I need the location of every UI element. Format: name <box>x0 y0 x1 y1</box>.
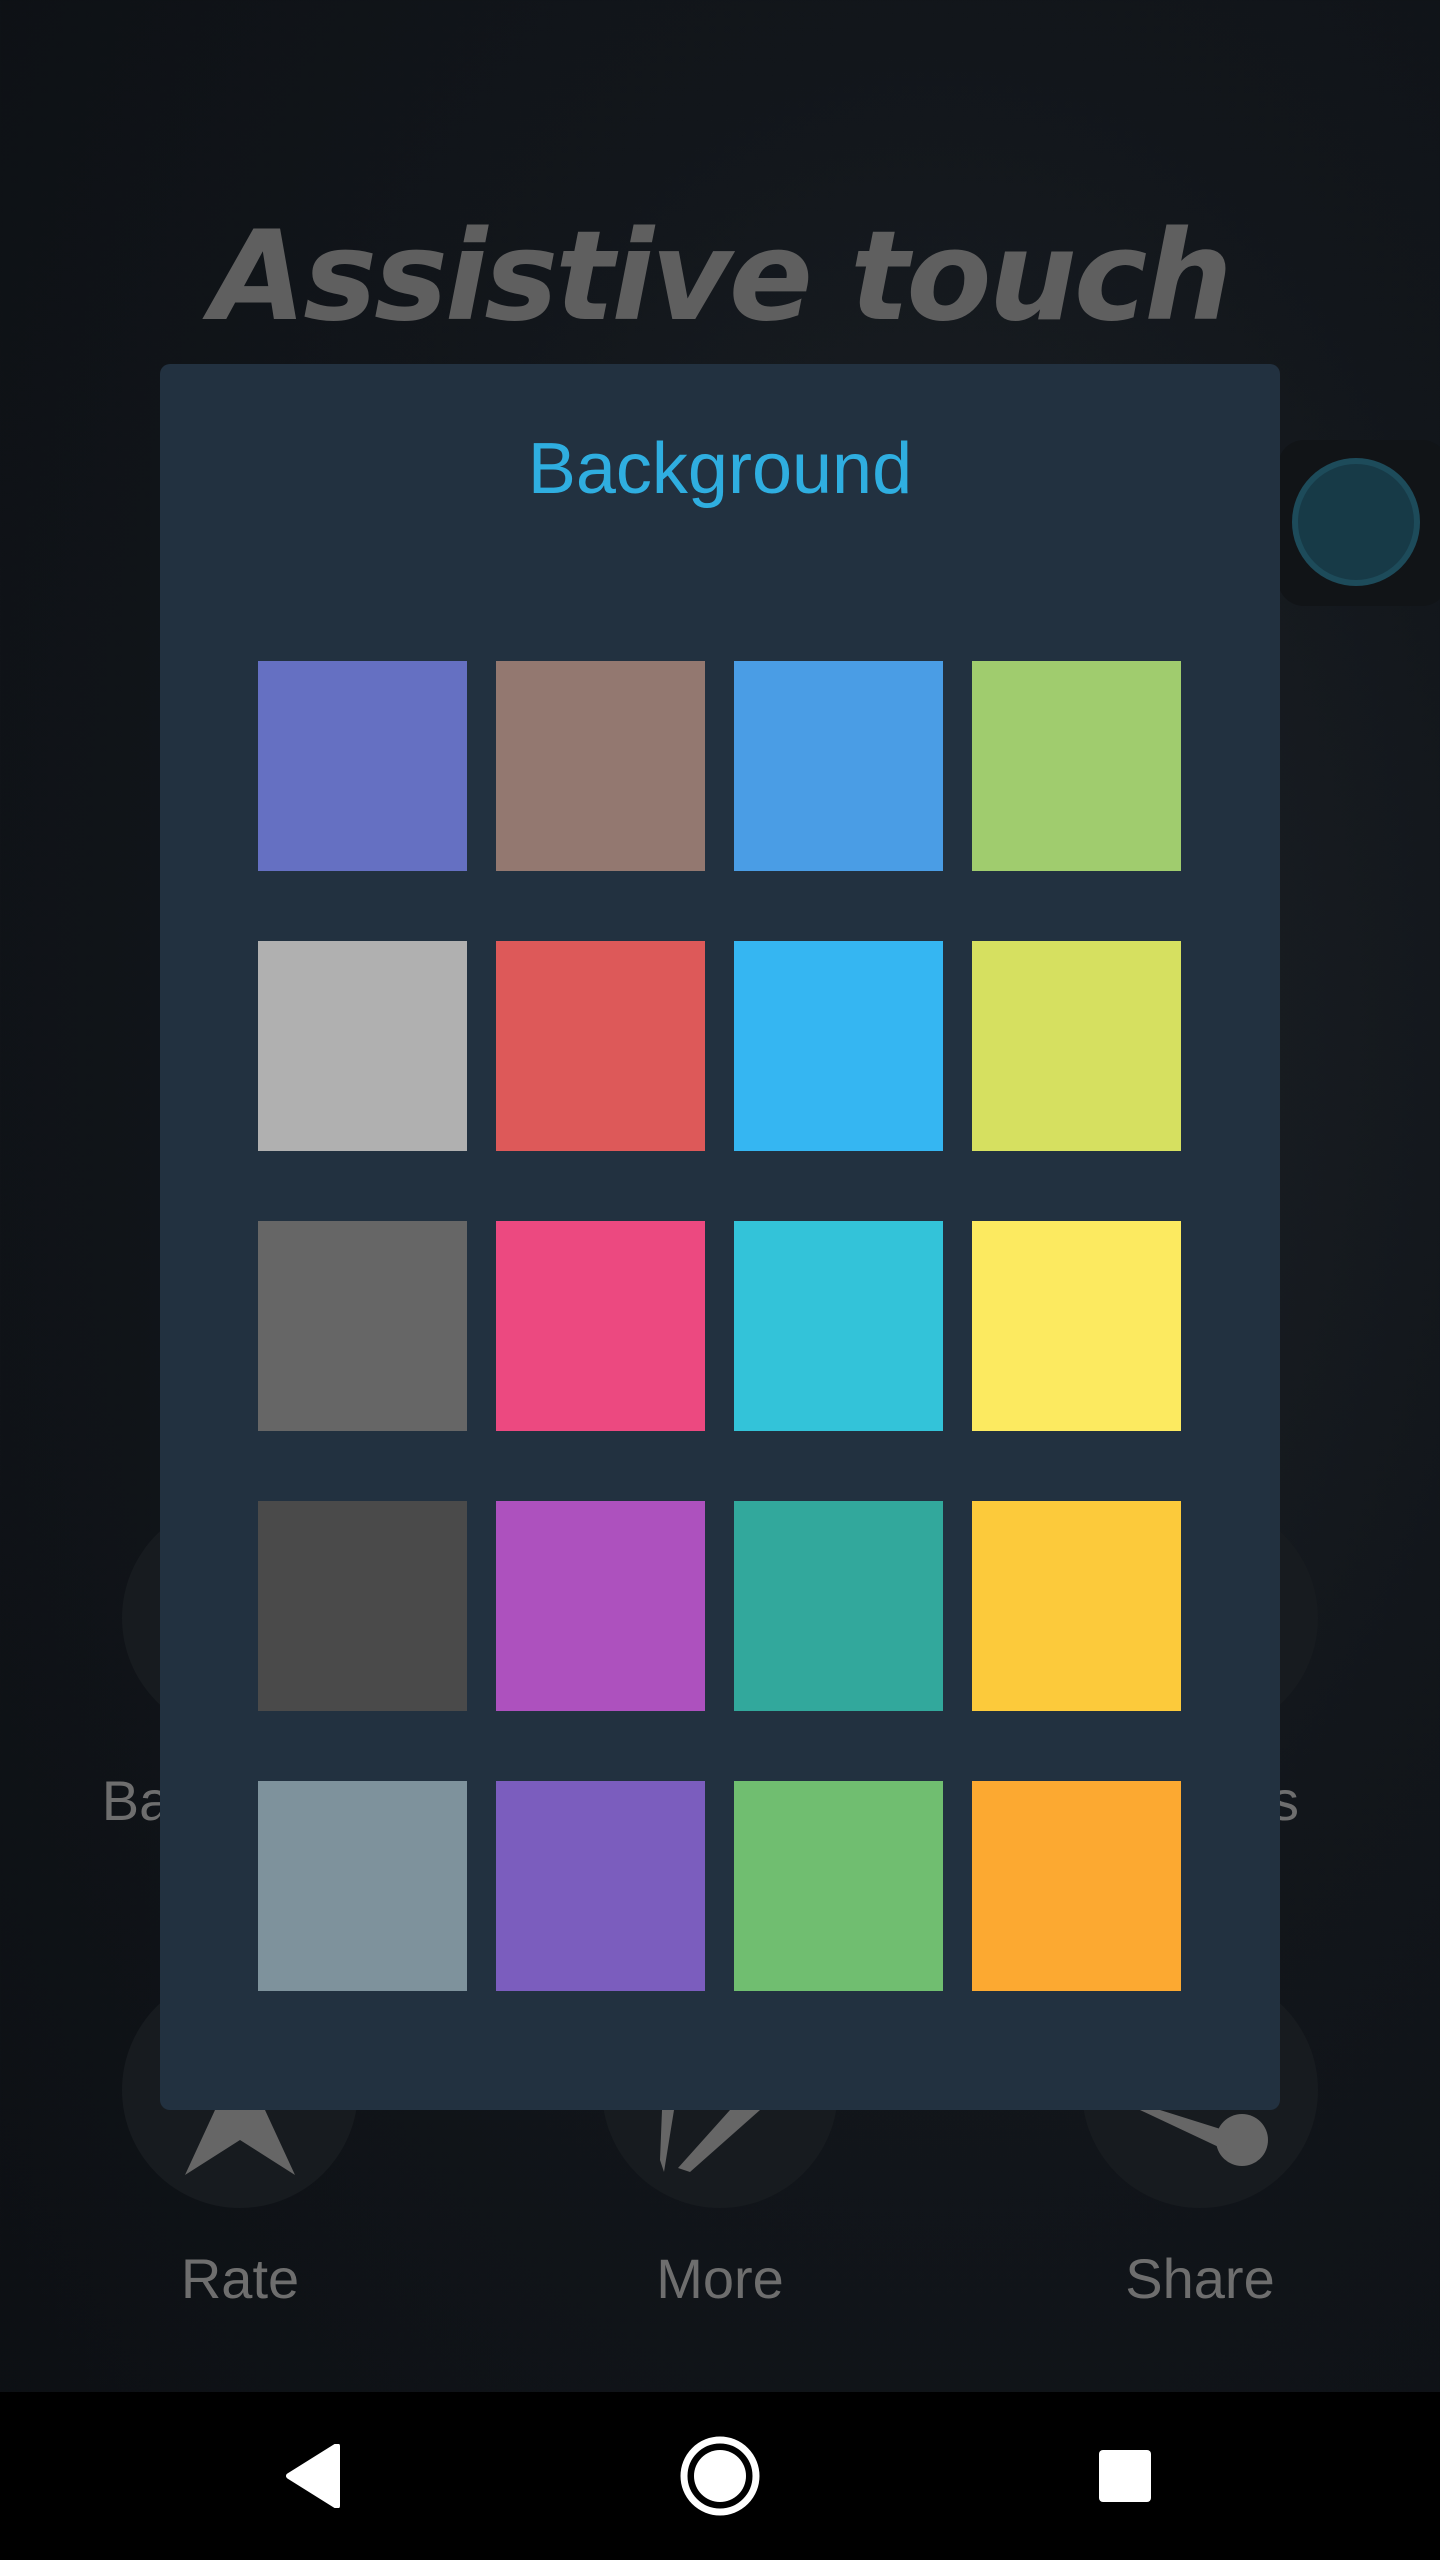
dialog-title: Background <box>527 429 913 509</box>
color-swatch[interactable] <box>734 941 943 1151</box>
color-swatch[interactable] <box>258 941 467 1151</box>
color-swatch[interactable] <box>496 941 705 1151</box>
recents-button[interactable] <box>1075 2426 1175 2526</box>
home-icon <box>680 2436 760 2516</box>
color-swatch[interactable] <box>972 1781 1181 1991</box>
color-swatch[interactable] <box>258 1781 467 1991</box>
color-swatch-grid <box>258 661 1181 1991</box>
share-icon <box>1140 2110 1268 2166</box>
color-swatch[interactable] <box>972 941 1181 1151</box>
color-swatch[interactable] <box>734 661 943 871</box>
color-swatch[interactable] <box>258 1501 467 1711</box>
color-swatch[interactable] <box>734 1501 943 1711</box>
color-swatch[interactable] <box>496 1221 705 1431</box>
app-title: Assistive touch <box>210 205 1232 349</box>
color-swatch[interactable] <box>734 1781 943 1991</box>
color-swatch[interactable] <box>972 1501 1181 1711</box>
color-swatch[interactable] <box>734 1221 943 1431</box>
color-swatch[interactable] <box>972 1221 1181 1431</box>
back-icon <box>286 2444 340 2508</box>
more-apps-icon <box>660 2110 760 2172</box>
recents-icon <box>1099 2450 1151 2502</box>
back-button[interactable] <box>265 2426 365 2526</box>
menu-item-label: Rate <box>180 2247 300 2310</box>
home-button[interactable] <box>670 2426 770 2526</box>
color-swatch[interactable] <box>258 1221 467 1431</box>
color-swatch[interactable] <box>496 661 705 871</box>
color-swatch[interactable] <box>496 1781 705 1991</box>
menu-item-label: More <box>656 2247 784 2310</box>
color-swatch[interactable] <box>496 1501 705 1711</box>
star-icon <box>185 2110 295 2175</box>
color-swatch[interactable] <box>258 661 467 871</box>
color-swatch[interactable] <box>972 661 1181 871</box>
menu-item-label: Share <box>1125 2247 1275 2310</box>
navigation-bar <box>0 2392 1440 2560</box>
